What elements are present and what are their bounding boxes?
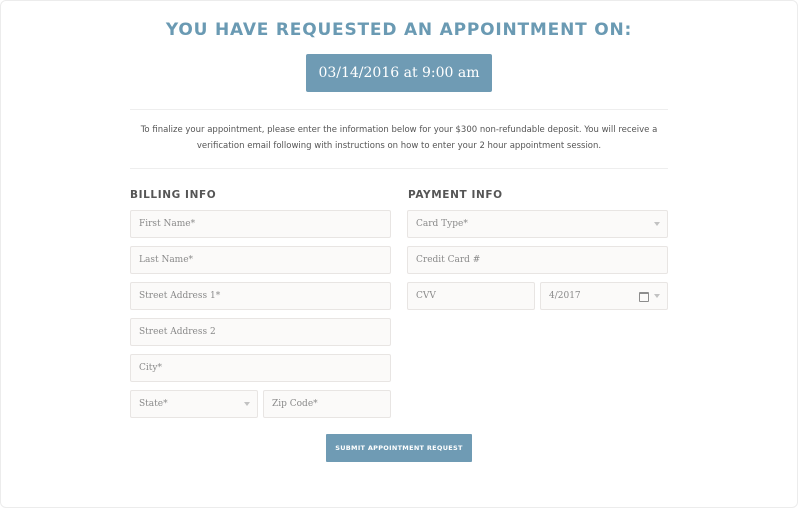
expiry-date-value: 4/2017 [549, 291, 581, 301]
city-field[interactable] [130, 354, 391, 382]
cvv-field[interactable] [407, 282, 535, 310]
billing-info-title: BILLING INFO [130, 189, 217, 201]
chevron-down-icon[interactable] [654, 294, 660, 298]
appointment-date-badge: 03/14/2016 at 9:00 am [306, 54, 492, 92]
street-address-2-field[interactable] [130, 318, 391, 346]
state-select-label: State* [139, 399, 168, 409]
last-name-field[interactable] [130, 246, 391, 274]
cvv-input[interactable] [408, 283, 534, 309]
expiry-date-picker[interactable]: 4/2017 [540, 282, 668, 310]
zip-code-field[interactable] [263, 390, 391, 418]
chevron-down-icon [244, 402, 250, 406]
street-address-1-input[interactable] [131, 283, 390, 309]
page-title: YOU HAVE REQUESTED AN APPOINTMENT ON: [165, 20, 633, 40]
card-type-select[interactable]: Card Type* [407, 210, 668, 238]
intro-text: To finalize your appointment, please ent… [140, 125, 658, 151]
state-select[interactable]: State* [130, 390, 258, 418]
credit-card-field[interactable] [407, 246, 668, 274]
city-input[interactable] [131, 355, 390, 381]
last-name-input[interactable] [131, 247, 390, 273]
first-name-input[interactable] [131, 211, 390, 237]
divider-top [130, 109, 668, 110]
calendar-icon[interactable] [639, 292, 649, 302]
chevron-down-icon [654, 222, 660, 226]
payment-info-title: PAYMENT INFO [408, 189, 503, 201]
first-name-field[interactable] [130, 210, 391, 238]
zip-code-input[interactable] [264, 391, 390, 417]
card-type-label: Card Type* [416, 219, 468, 229]
street-address-2-input[interactable] [131, 319, 390, 345]
credit-card-input[interactable] [408, 247, 667, 273]
submit-appointment-button[interactable]: SUBMIT APPOINTMENT REQUEST [326, 434, 472, 462]
divider-bottom [130, 168, 668, 169]
street-address-1-field[interactable] [130, 282, 391, 310]
